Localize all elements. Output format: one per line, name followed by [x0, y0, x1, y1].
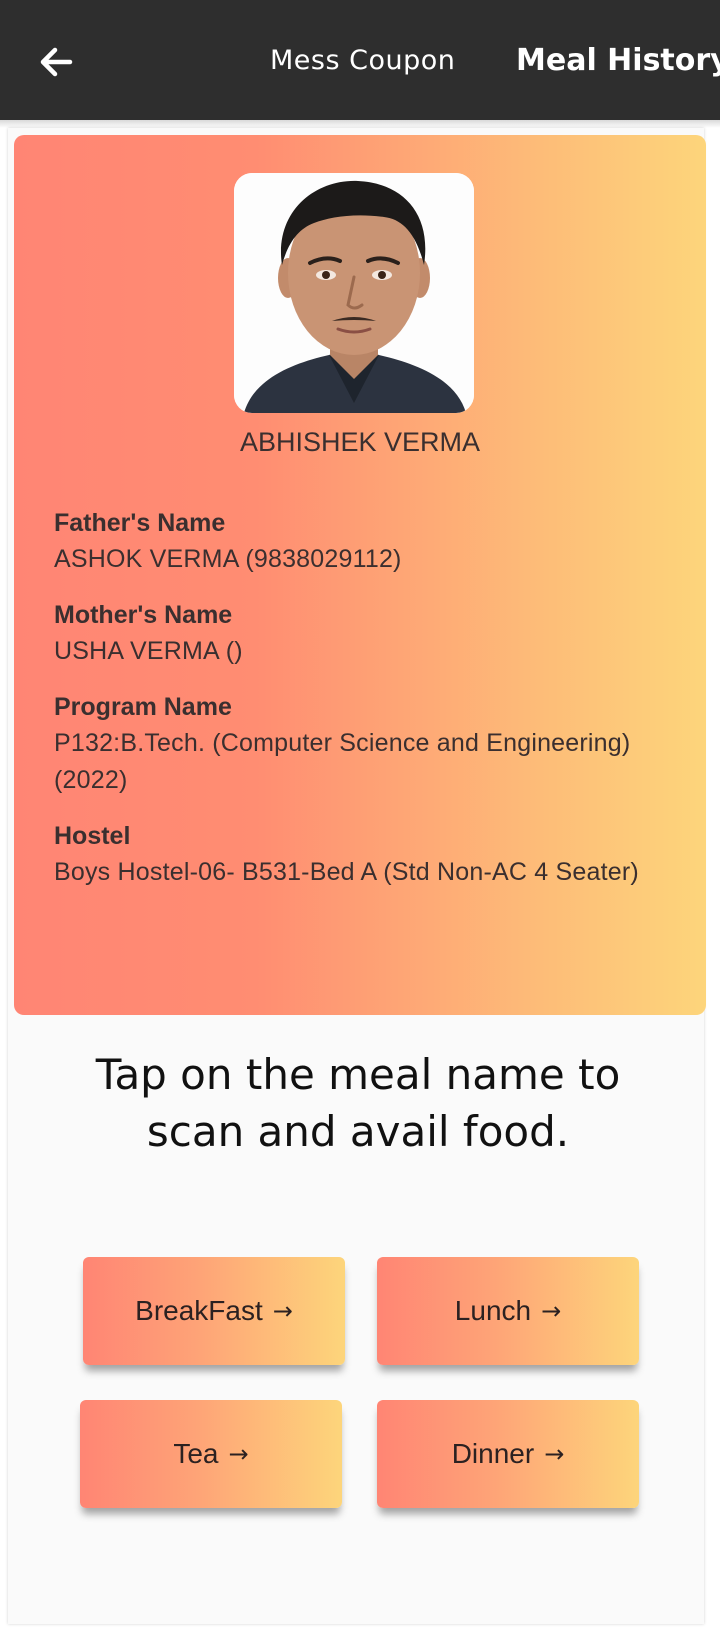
hostel-field: Hostel Boys Hostel-06- B531-Bed A (Std N… [54, 818, 674, 891]
arrow-right-icon: → [541, 1297, 562, 1325]
meal-label: Tea [173, 1438, 219, 1469]
tab-mess-coupon[interactable]: Mess Coupon [270, 0, 455, 120]
field-label: Mother's Name [54, 601, 233, 629]
lunch-button[interactable]: Lunch → [377, 1257, 639, 1365]
dinner-button[interactable]: Dinner → [377, 1400, 639, 1508]
profile-card: ABHISHEK VERMA Father's Name ASHOK VERMA… [14, 135, 706, 1015]
breakfast-button[interactable]: BreakFast → [83, 1257, 345, 1365]
app-bar: Mess Coupon Meal History [0, 0, 720, 120]
field-label: Father's Name [54, 509, 226, 537]
tab-meal-history[interactable]: Meal History [516, 0, 720, 120]
meal-label: Lunch [454, 1295, 532, 1326]
field-label: Hostel [54, 822, 131, 850]
field-label: Program Name [54, 693, 232, 721]
program-name-field: Program Name P132:B.Tech. (Computer Scie… [54, 689, 674, 799]
arrow-right-icon: → [544, 1440, 565, 1468]
app-bar-shadow [0, 120, 720, 128]
arrow-right-icon: → [228, 1440, 249, 1468]
field-value: USHA VERMA () [54, 637, 243, 665]
field-value: ASHOK VERMA (9838029112) [54, 545, 402, 573]
field-value: Boys Hostel-06- B531-Bed A (Std Non-AC 4… [54, 858, 639, 886]
field-value: P132:B.Tech. (Computer Science and Engin… [54, 729, 631, 794]
arrow-right-icon: → [272, 1297, 293, 1325]
student-photo [234, 173, 474, 413]
tea-button[interactable]: Tea → [80, 1400, 342, 1508]
student-name: ABHISHEK VERMA [239, 427, 481, 457]
meal-label: BreakFast [135, 1295, 263, 1326]
student-photo-image [234, 173, 474, 413]
fathers-name-field: Father's Name ASHOK VERMA (9838029112) [54, 505, 674, 578]
mothers-name-field: Mother's Name USHA VERMA () [54, 597, 674, 670]
main-content: ABHISHEK VERMA Father's Name ASHOK VERMA… [8, 128, 706, 1624]
back-button[interactable] [30, 36, 82, 88]
scan-instruction: Tap on the meal name to scan and avail f… [95, 1050, 621, 1156]
meal-label: Dinner [451, 1438, 535, 1469]
arrow-left-icon [40, 47, 73, 77]
